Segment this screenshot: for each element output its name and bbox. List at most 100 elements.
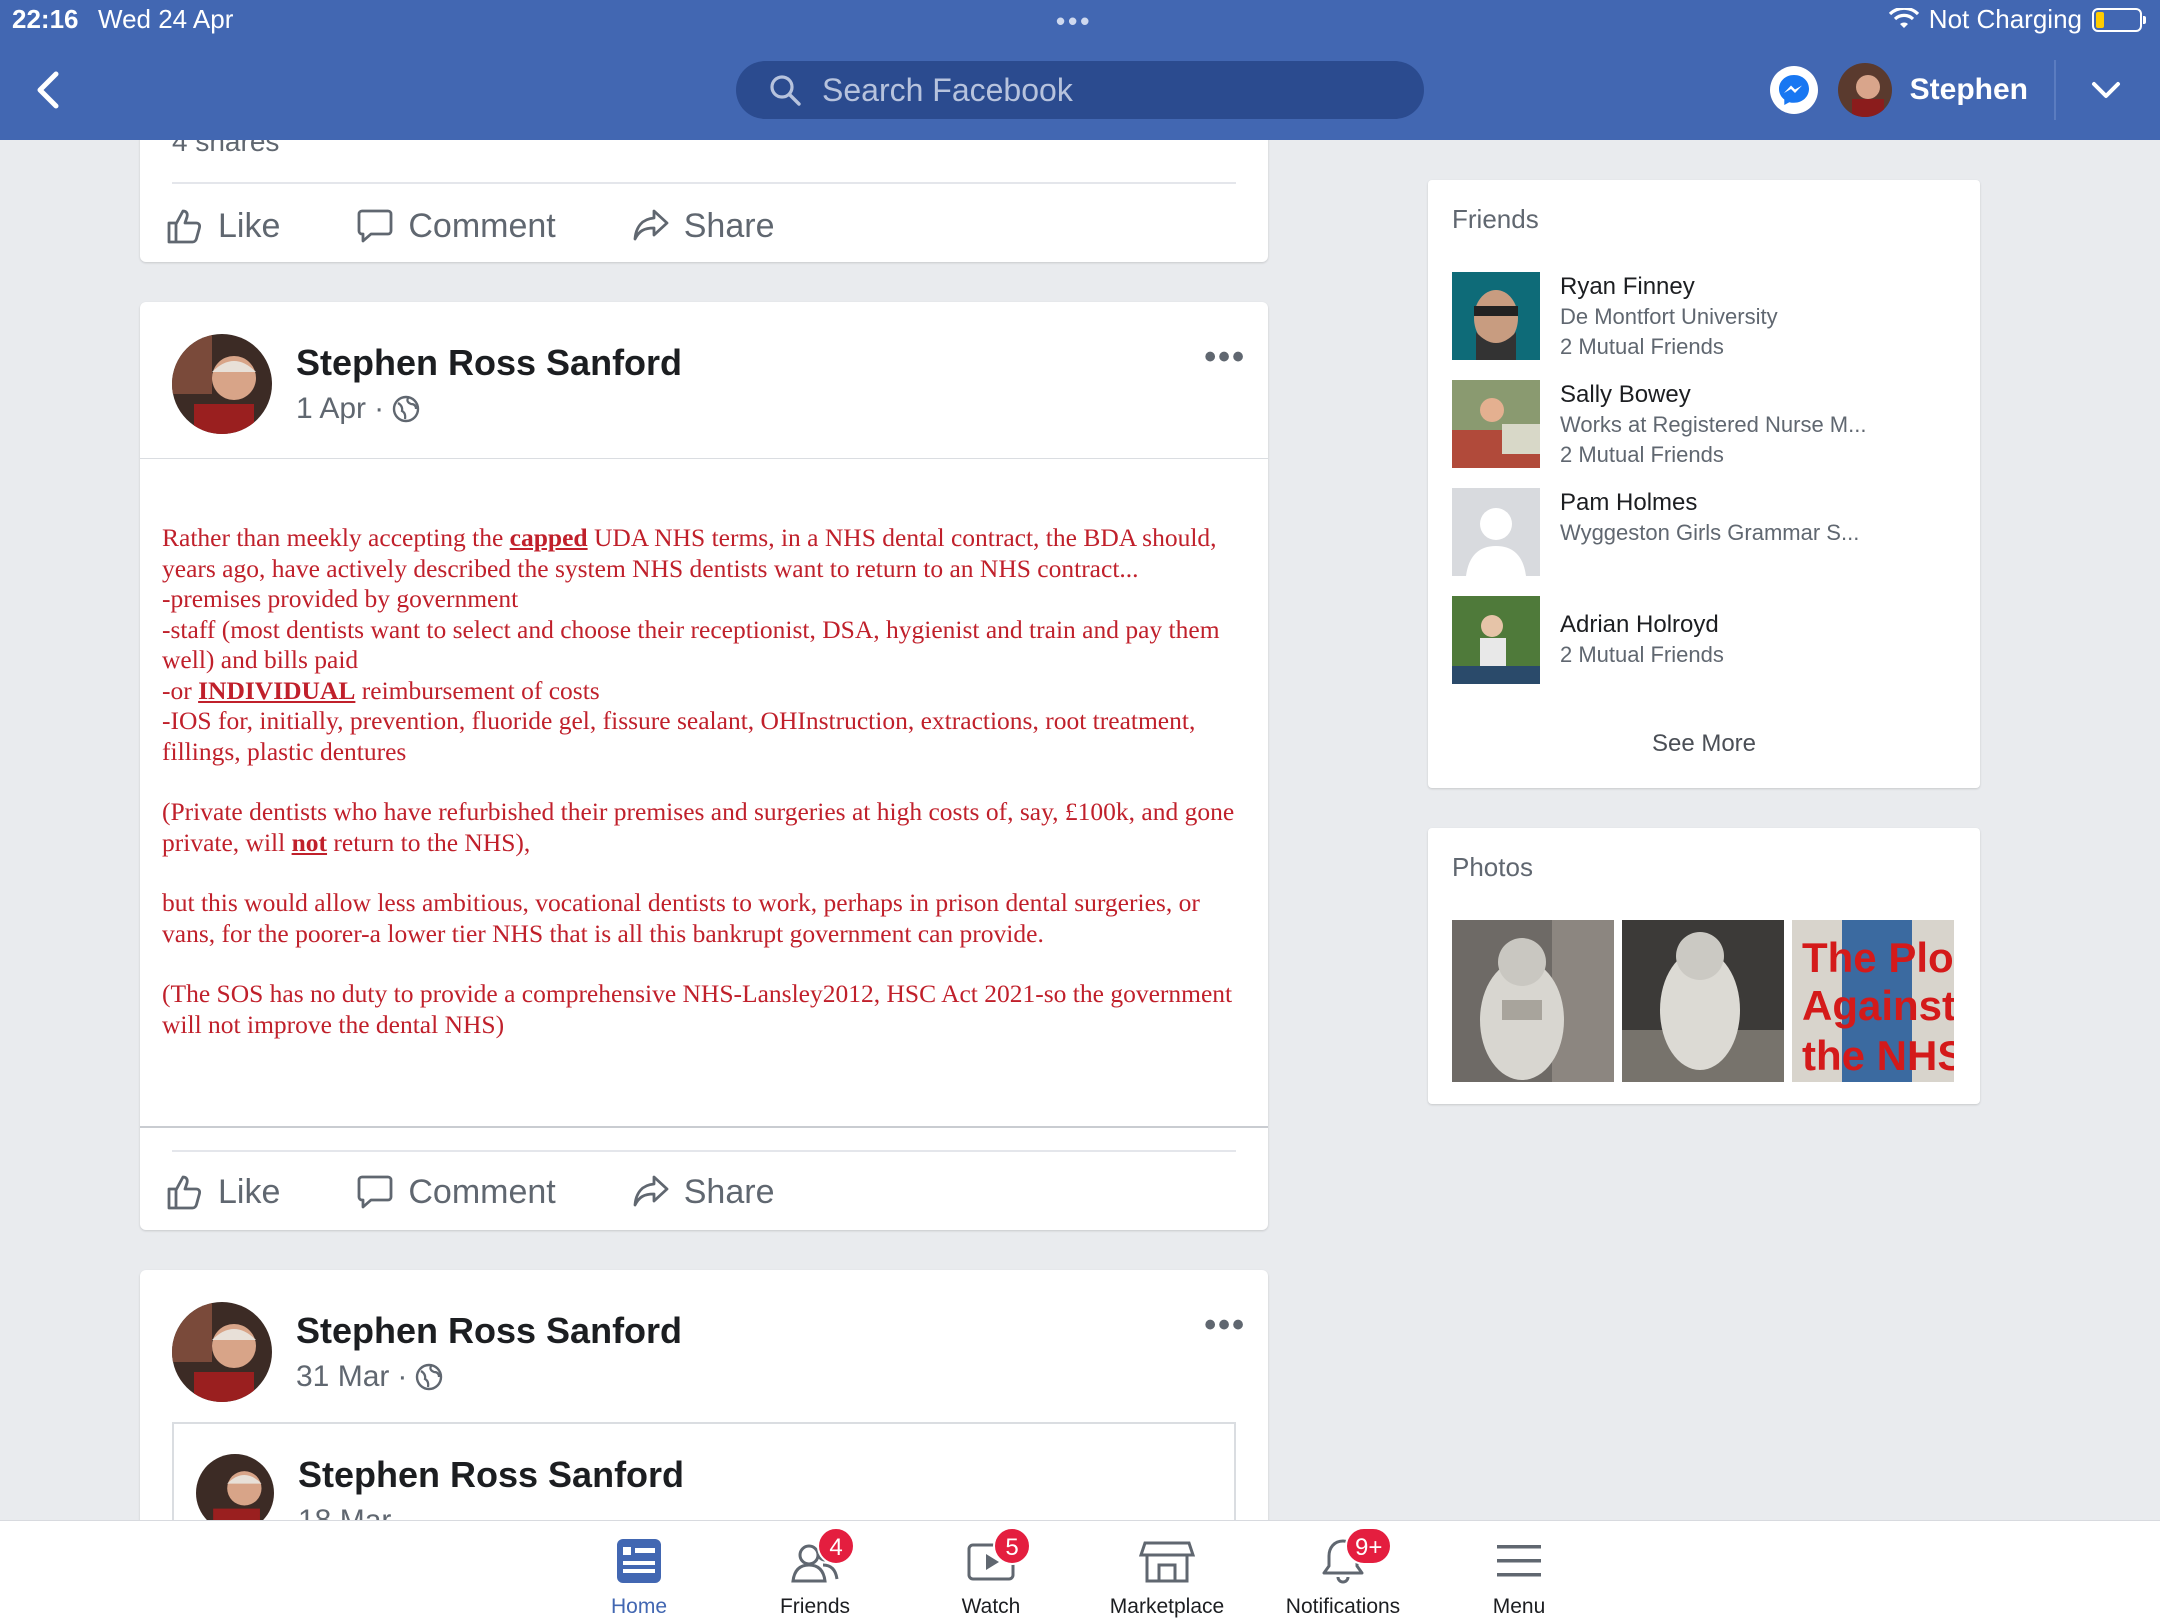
share-button[interactable]: Share: [632, 1173, 774, 1212]
comment-bubble-icon: [357, 209, 393, 243]
tab-home[interactable]: Home: [554, 1535, 724, 1619]
action-bar: Like Comment Share: [166, 1162, 850, 1222]
post-date[interactable]: 1 Apr: [296, 392, 366, 426]
tab-marketplace[interactable]: Marketplace: [1082, 1535, 1252, 1619]
divider: [172, 1150, 1236, 1152]
tab-label: Friends: [779, 1595, 851, 1618]
friend-item[interactable]: Pam Holmes Wyggeston Girls Grammar S...: [1452, 488, 1859, 576]
share-arrow-icon: [633, 209, 669, 241]
status-date: Wed 24 Apr: [98, 4, 234, 34]
letter-text-run: -or: [162, 675, 199, 705]
see-more-friends-link[interactable]: See More: [1428, 730, 1980, 758]
friend-photo[interactable]: [1452, 272, 1540, 360]
friend-mutual: 2 Mutual Friends: [1560, 334, 1724, 359]
friend-photo[interactable]: [1452, 596, 1540, 684]
chevron-down-icon[interactable]: [2086, 70, 2126, 110]
marketplace-shop-icon: [1137, 1535, 1197, 1587]
battery-level: [2096, 11, 2105, 28]
letter-line: -staff (most dentists want to select and…: [162, 614, 1220, 675]
comment-bubble-icon: [357, 1175, 393, 1209]
tab-label: Menu: [1492, 1595, 1546, 1618]
letter-text-run: return to the NHS),: [327, 827, 531, 857]
comment-label: Comment: [408, 1172, 556, 1211]
photo-thumbnail[interactable]: [1622, 920, 1784, 1082]
letter-text-run: Rather than meekly accepting the: [162, 523, 510, 552]
photo-thumbnail[interactable]: [1452, 920, 1614, 1082]
friends-badge: 4: [817, 1527, 855, 1565]
watch-badge: 5: [993, 1527, 1031, 1565]
bottom-tab-bar: Home 4 Friends 5 Watch Marketplace 9+ No…: [0, 1520, 2160, 1620]
comment-button[interactable]: Comment: [356, 206, 556, 246]
photo-overlay-text: the NHS: [1802, 1032, 1954, 1079]
friend-item[interactable]: Adrian Holroyd 2 Mutual Friends: [1452, 596, 1724, 684]
letter-paragraph: (The SOS has no duty to provide a compre…: [162, 979, 1233, 1039]
battery-icon: [2092, 7, 2146, 32]
post-image-letter[interactable]: Rather than meekly accepting the capped …: [140, 458, 1268, 1128]
friend-name[interactable]: Adrian Holroyd: [1560, 610, 1724, 640]
home-feed-icon: [609, 1535, 669, 1587]
letter-text-run: reimbursement of costs: [355, 675, 600, 705]
friend-photo-placeholder[interactable]: [1452, 488, 1540, 576]
share-button[interactable]: Share: [632, 206, 775, 246]
multitask-dots-icon[interactable]: •••: [1056, 6, 1092, 37]
more-options-icon[interactable]: •••: [1204, 338, 1246, 377]
friend-mutual: 2 Mutual Friends: [1560, 442, 1724, 467]
nav-divider: [2054, 60, 2056, 120]
author-avatar[interactable]: [172, 334, 272, 434]
tab-friends[interactable]: 4 Friends: [730, 1527, 900, 1619]
like-button[interactable]: Like: [166, 1173, 280, 1212]
more-options-icon[interactable]: •••: [1204, 1306, 1246, 1345]
tab-menu[interactable]: Menu: [1434, 1535, 1604, 1619]
globe-icon: [392, 395, 420, 423]
back-chevron-icon[interactable]: [28, 68, 68, 112]
thumbs-up-icon: [167, 209, 202, 244]
photo-thumbnail[interactable]: The Plot Against the NHS: [1792, 920, 1954, 1082]
author-name[interactable]: Stephen Ross Sanford: [296, 1310, 682, 1352]
friend-name[interactable]: Sally Bowey: [1560, 380, 1866, 410]
tab-label: Notifications: [1285, 1595, 1401, 1618]
tab-notifications[interactable]: 9+ Notifications: [1258, 1527, 1428, 1619]
like-button[interactable]: Like: [166, 207, 280, 246]
author-name[interactable]: Stephen Ross Sanford: [296, 342, 682, 384]
bell-icon: 9+: [1313, 1527, 1393, 1587]
wifi-icon: [1888, 7, 1919, 28]
letter-underlined-word: INDIVIDUAL: [198, 675, 356, 705]
friend-item[interactable]: Sally Bowey Works at Registered Nurse M.…: [1452, 380, 1866, 470]
hamburger-menu-icon: [1489, 1535, 1549, 1587]
divider: [172, 182, 1236, 184]
search-input[interactable]: Search Facebook: [736, 61, 1424, 119]
post-date[interactable]: 31 Mar: [296, 1360, 389, 1394]
letter-paragraph: (Private dentists who have refurbished t…: [162, 797, 1246, 858]
author-avatar[interactable]: [172, 1302, 272, 1402]
share-label: Share: [683, 206, 775, 245]
friend-name[interactable]: Pam Holmes: [1560, 488, 1859, 518]
meta-separator: ·: [374, 392, 385, 425]
messenger-icon[interactable]: [1769, 66, 1818, 114]
letter-paragraph: but this would allow less ambitious, voc…: [162, 888, 1200, 948]
comment-button[interactable]: Comment: [356, 1172, 556, 1212]
search-icon: [770, 75, 801, 106]
friends-panel: Friends Ryan Finney De Montfort Universi…: [1428, 180, 1980, 788]
friends-title: Friends: [1452, 204, 1539, 234]
tab-label: Watch: [961, 1595, 1021, 1618]
status-time: 22:16: [12, 4, 79, 34]
photos-panel: Photos The Plot Against the NHS: [1428, 828, 1980, 1104]
comment-label: Comment: [408, 206, 556, 245]
tab-watch[interactable]: 5 Watch: [906, 1527, 1076, 1619]
globe-icon: [416, 1363, 443, 1391]
post-meta: 31 Mar ·: [296, 1360, 682, 1394]
profile-avatar[interactable]: [1837, 63, 1892, 117]
post-card: Stephen Ross Sanford 1 Apr · ••• Rather …: [140, 302, 1268, 1230]
friend-item[interactable]: Ryan Finney De Montfort University 2 Mut…: [1452, 272, 1778, 362]
photo-overlay-text: Against: [1802, 982, 1954, 1029]
post-meta: 1 Apr ·: [296, 392, 682, 426]
profile-name[interactable]: Stephen: [1910, 73, 2028, 107]
like-label: Like: [218, 206, 281, 245]
friend-name[interactable]: Ryan Finney: [1560, 272, 1778, 302]
charging-status: Not Charging: [1928, 4, 2082, 34]
author-name[interactable]: Stephen Ross Sanford: [298, 1454, 684, 1496]
like-label: Like: [218, 1172, 281, 1211]
friend-photo[interactable]: [1452, 380, 1540, 468]
search-placeholder: Search Facebook: [822, 71, 1073, 108]
notifications-badge: 9+: [1345, 1527, 1393, 1565]
